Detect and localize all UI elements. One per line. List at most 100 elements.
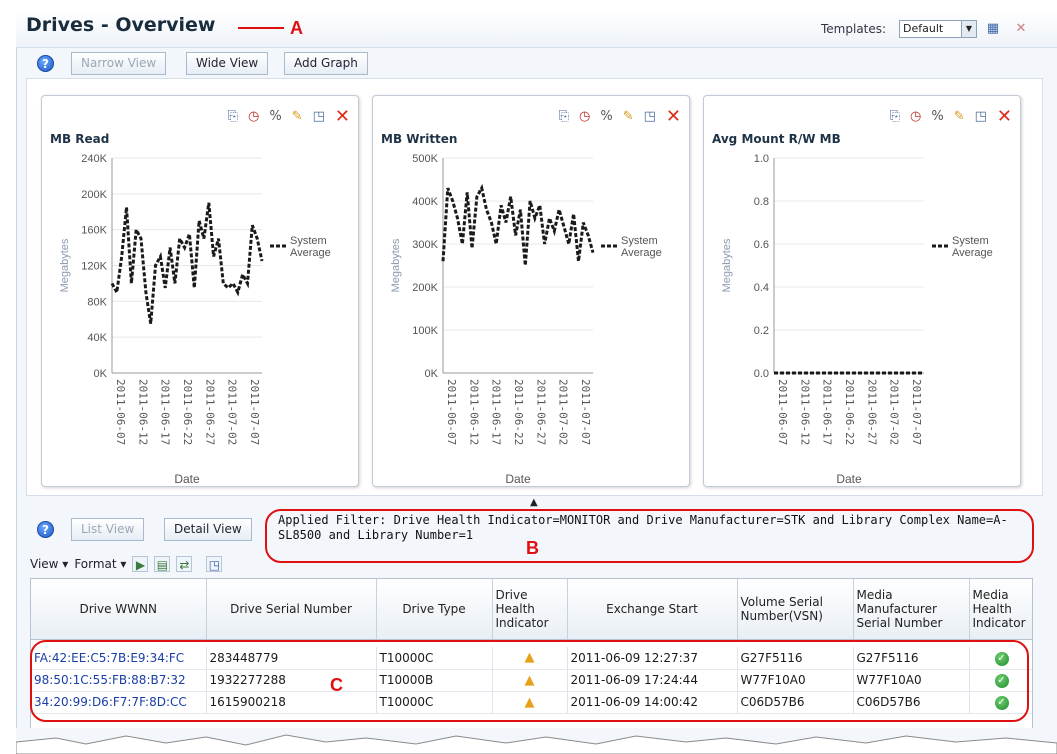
graph-panel-mb-written: ⎘ ◷ % ✎ ◳ ✕ MB Written 500K 400K 300K 200K 1…	[372, 95, 690, 487]
run-icon[interactable]: ▶	[132, 556, 149, 572]
col-media-health-indicator[interactable]: Media Health Indicator	[969, 579, 1032, 640]
clock-icon[interactable]: ◷	[910, 109, 921, 125]
page-title: Drives - Overview	[26, 14, 216, 36]
maximize-icon[interactable]: ◳	[975, 109, 987, 125]
close-icon[interactable]: ✕	[997, 108, 1012, 126]
series-line-system-average	[441, 183, 595, 266]
percent-icon[interactable]: %	[600, 109, 612, 125]
detach-icon[interactable]: ◳	[206, 556, 223, 572]
x-tick-label: 2011-06-17	[821, 379, 834, 445]
list-view-button[interactable]: List View	[71, 518, 145, 541]
narrow-view-button[interactable]: Narrow View	[71, 52, 167, 75]
view-menu[interactable]: View ▾	[30, 557, 68, 571]
help-icon[interactable]: ?	[37, 55, 54, 72]
legend-label: System	[952, 235, 989, 247]
format-menu[interactable]: Format ▾	[74, 557, 126, 571]
maximize-icon[interactable]: ◳	[313, 109, 325, 125]
col-drive-wwnn[interactable]: Drive WWNN	[31, 579, 207, 640]
splitter-handle-icon[interactable]: ▲	[530, 497, 538, 508]
y-tick-label: 80K	[87, 296, 107, 308]
x-axis-label: Date	[174, 472, 200, 486]
clock-icon[interactable]: ◷	[579, 109, 590, 125]
legend-label: Average	[290, 247, 331, 259]
x-tick-label: 2011-07-07	[579, 379, 592, 445]
percent-icon[interactable]: %	[269, 109, 281, 125]
legend-label: Average	[621, 247, 662, 259]
y-tick-label: 40K	[87, 332, 107, 344]
x-tick-label: 2011-06-07	[776, 379, 789, 445]
col-vsn[interactable]: Volume Serial Number(VSN)	[737, 579, 854, 640]
y-tick-label: 200K	[412, 282, 438, 294]
graph-toolbar: ⎘ ◷ % ✎ ◳ ✕	[559, 108, 681, 126]
col-drive-serial-number[interactable]: Drive Serial Number	[206, 579, 377, 640]
x-tick-label: 2011-07-02	[888, 379, 901, 445]
close-icon[interactable]: ✕	[666, 108, 681, 126]
data-settings-icon[interactable]: ⎘	[890, 109, 900, 125]
line-chart: 500K 400K 300K 200K 100K 0K Megabytes 2011-06-0…	[390, 153, 662, 486]
y-tick-label: 0K	[94, 368, 108, 380]
annotation-a-label: A	[290, 18, 303, 38]
col-drive-type[interactable]: Drive Type	[376, 579, 493, 640]
series-line-system-average	[110, 202, 264, 324]
save-template-icon[interactable]: ▦	[985, 21, 1001, 37]
close-icon[interactable]: ✕	[335, 108, 350, 126]
export-icon[interactable]: ▤	[154, 556, 171, 572]
templates-value: Default	[903, 22, 944, 35]
templates-select[interactable]: Default ▼	[899, 20, 977, 38]
line-chart: 240K 200K 160K 120K 80K 40K 0K Megabytes 2011-06…	[59, 153, 331, 486]
annotation-a-line	[238, 27, 284, 29]
percent-icon[interactable]: %	[931, 109, 943, 125]
x-tick-label: 2011-06-27	[203, 379, 216, 445]
add-graph-button[interactable]: Add Graph	[284, 52, 368, 75]
annotation-c-oval	[30, 640, 1029, 722]
chevron-down-icon[interactable]: ▼	[961, 21, 976, 37]
y-tick-label: 400K	[412, 196, 438, 208]
y-tick-label: 120K	[81, 261, 107, 273]
x-tick-label: 2011-06-17	[490, 379, 503, 445]
pencil-icon[interactable]: ✎	[954, 109, 965, 125]
torn-edge	[16, 728, 1057, 754]
x-tick-label: 2011-06-27	[865, 379, 878, 445]
col-drive-health-indicator[interactable]: Drive Health Indicator	[492, 579, 568, 640]
y-tick-label: 0.6	[754, 239, 769, 251]
y-tick-label: 0.4	[754, 282, 769, 294]
y-tick-label: 160K	[81, 225, 107, 237]
pencil-icon[interactable]: ✎	[292, 109, 303, 125]
maximize-icon[interactable]: ◳	[644, 109, 656, 125]
y-tick-label: 300K	[412, 239, 438, 251]
col-exchange-start[interactable]: Exchange Start	[567, 579, 738, 640]
help-icon[interactable]: ?	[37, 521, 54, 538]
x-tick-label: 2011-07-02	[557, 379, 570, 445]
x-tick-label: 2011-06-22	[843, 379, 856, 445]
x-tick-label: 2011-06-22	[512, 379, 525, 445]
y-axis-label: Megabytes	[721, 238, 733, 292]
annotation-c-label: C	[330, 675, 343, 695]
graph-panel-mb-read: ⎘ ◷ % ✎ ◳ ✕ MB Read 240K 200K 160K 120K 80K 4…	[41, 95, 359, 487]
legend-label: System	[621, 235, 658, 247]
x-axis-label: Date	[836, 472, 862, 486]
y-tick-label: 1.0	[754, 153, 769, 165]
x-tick-label: 2011-07-07	[910, 379, 923, 445]
graph-panel-avg-mount: ⎘ ◷ % ✎ ◳ ✕ Avg Mount R/W MB 1.0 0.8 0.6 0.…	[703, 95, 1021, 487]
pencil-icon[interactable]: ✎	[623, 109, 634, 125]
detail-view-button[interactable]: Detail View	[164, 518, 252, 541]
y-tick-label: 200K	[81, 189, 107, 201]
x-tick-label: 2011-06-17	[159, 379, 172, 445]
y-tick-label: 500K	[412, 153, 438, 165]
graph-toolbar: ⎘ ◷ % ✎ ◳ ✕	[228, 108, 350, 126]
delete-template-icon[interactable]: ✕	[1013, 21, 1029, 37]
clock-icon[interactable]: ◷	[248, 109, 259, 125]
y-tick-label: 0K	[425, 368, 439, 380]
col-media-manufacturer-serial[interactable]: Media Manufacturer Serial Number	[853, 579, 970, 640]
annotation-b-oval	[265, 509, 1034, 563]
x-tick-label: 2011-07-02	[226, 379, 239, 445]
data-settings-icon[interactable]: ⎘	[228, 109, 238, 125]
x-tick-label: 2011-06-27	[534, 379, 547, 445]
x-tick-label: 2011-06-07	[445, 379, 458, 445]
y-axis-label: Megabytes	[59, 238, 71, 292]
annotation-b-label: B	[526, 538, 539, 558]
graph-title: Avg Mount R/W MB	[712, 132, 841, 146]
refresh-icon[interactable]: ⇄	[176, 556, 193, 572]
data-settings-icon[interactable]: ⎘	[559, 109, 569, 125]
wide-view-button[interactable]: Wide View	[186, 52, 269, 75]
